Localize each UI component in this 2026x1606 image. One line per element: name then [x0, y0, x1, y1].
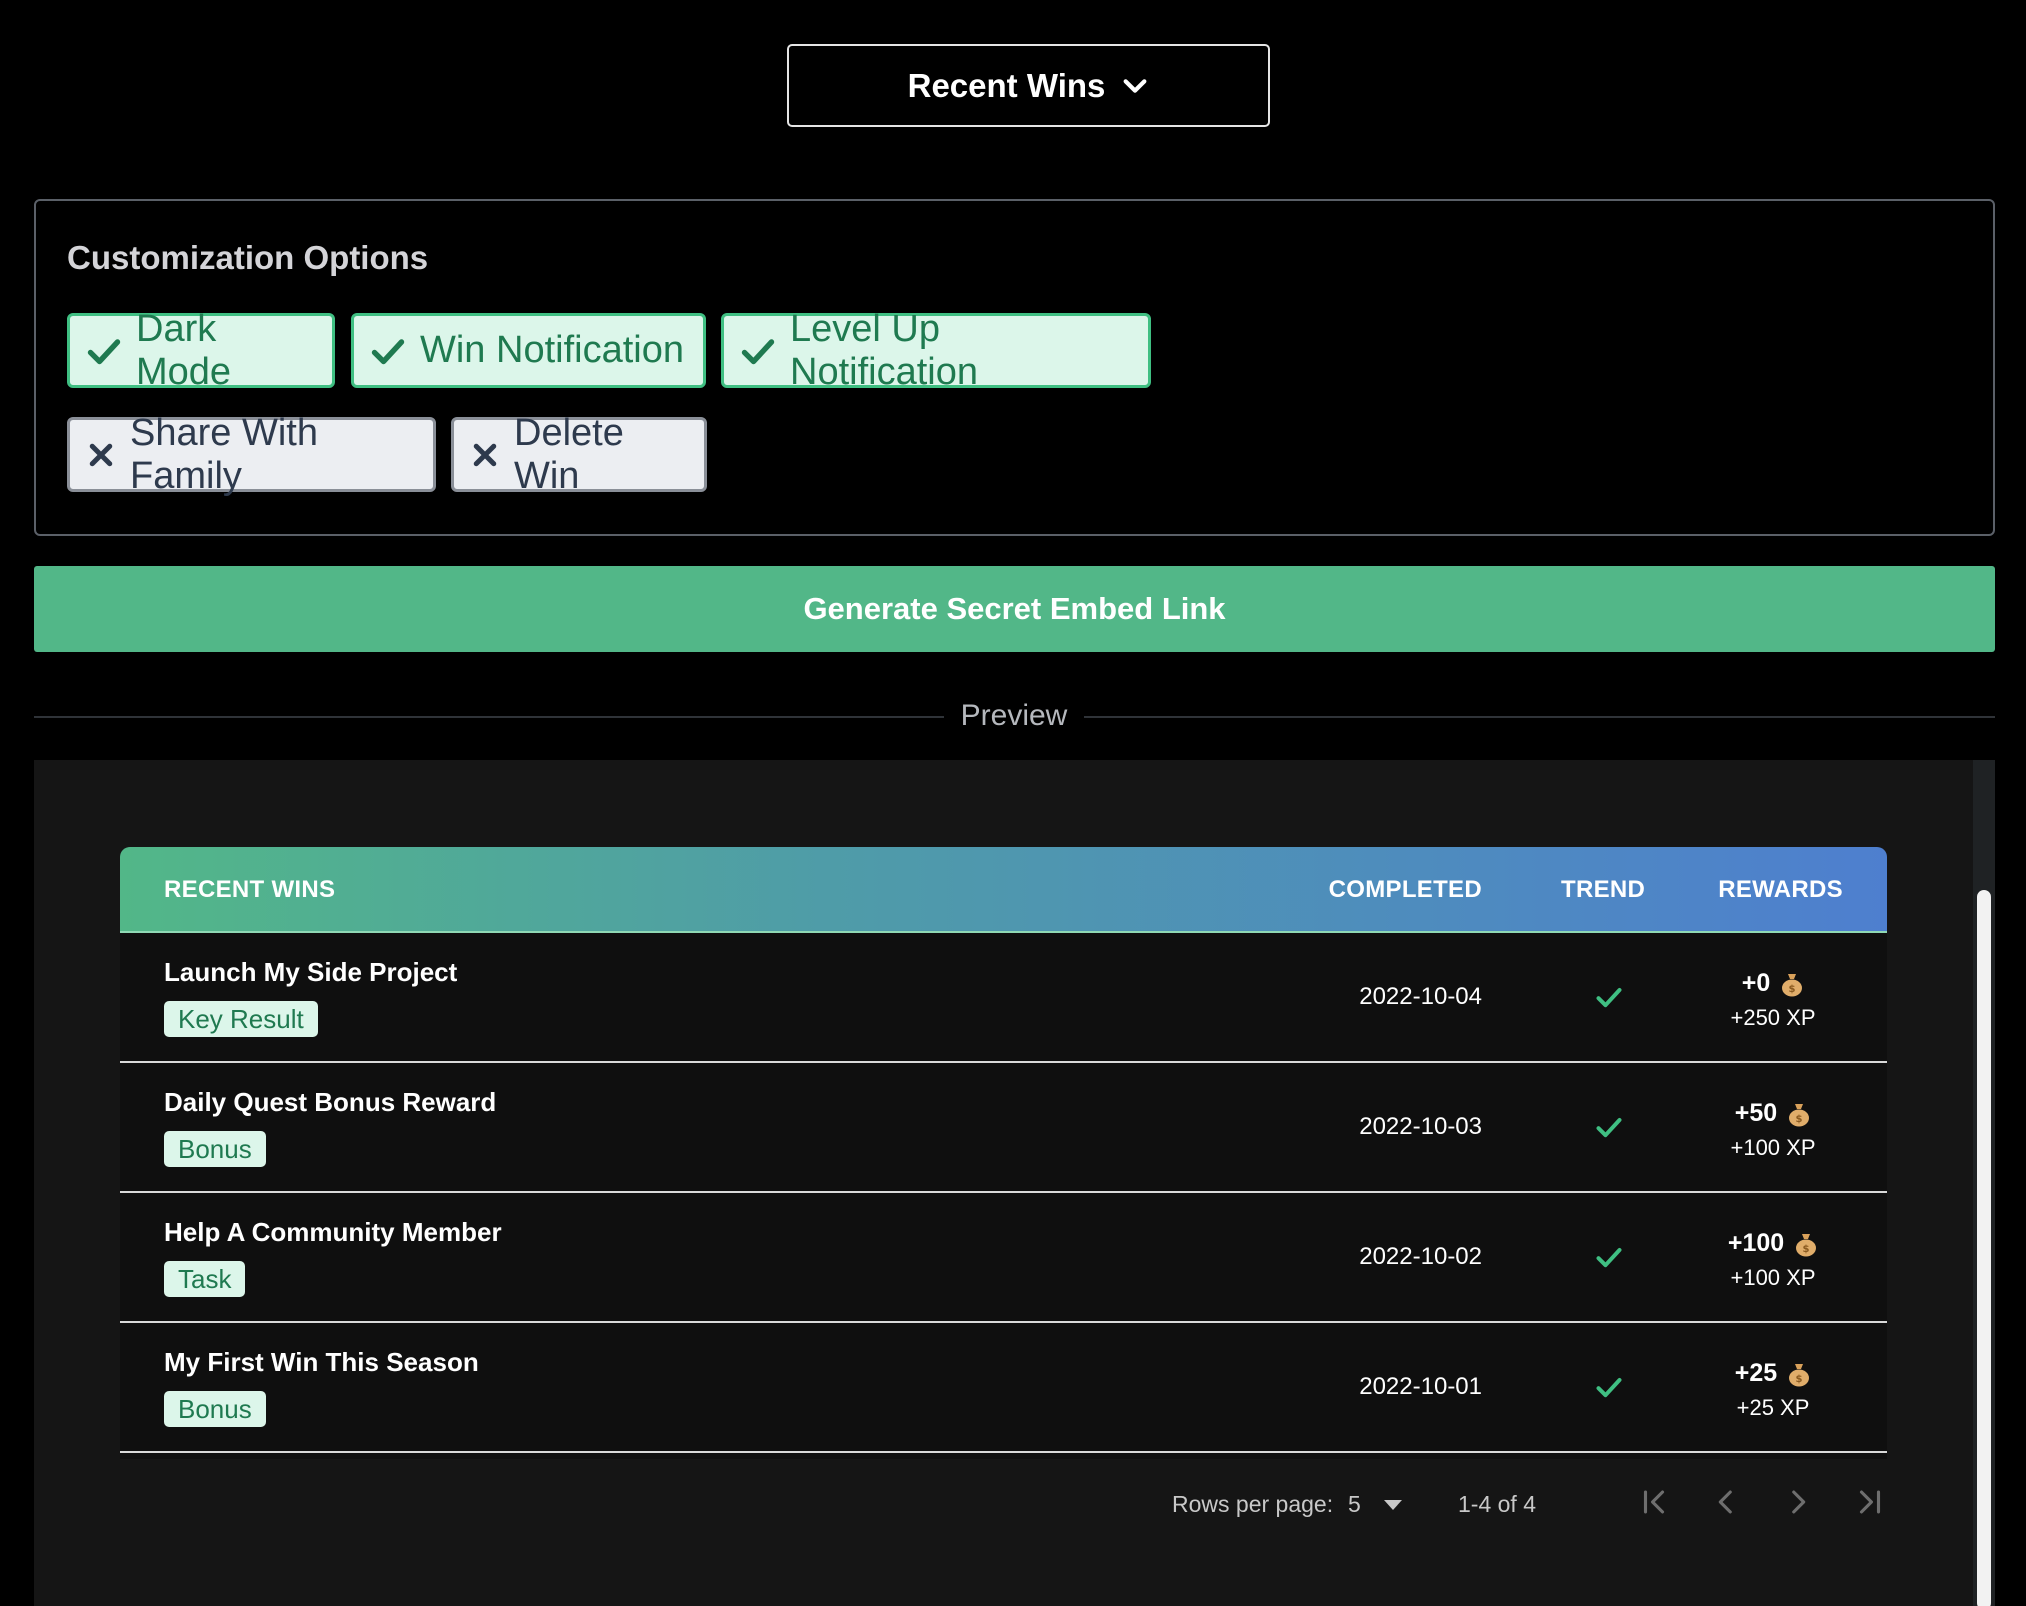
reward-xp: +250 XP — [1730, 1005, 1816, 1030]
table-row[interactable]: Launch My Side Project Key Result 2022-1… — [120, 933, 1887, 1063]
header-rewards: REWARDS — [1718, 876, 1843, 903]
option-label: Delete Win — [514, 411, 624, 497]
recent-wins-dropdown[interactable]: Recent Wins — [787, 44, 1270, 127]
option-label: Share With Family — [130, 411, 318, 497]
customization-panel: Customization Options Dark Mode Win Noti… — [34, 199, 1995, 536]
table-row[interactable]: Daily Quest Bonus Reward Bonus 2022-10-0… — [120, 1063, 1887, 1193]
reward-coins: +0 $ — [1703, 969, 1843, 998]
header-completed: COMPLETED — [1328, 876, 1482, 903]
reward-xp: +100 XP — [1730, 1265, 1816, 1290]
preview-frame: RECENT WINS COMPLETED TREND REWARDS Laun… — [34, 760, 1995, 1606]
check-icon — [1596, 988, 1622, 1008]
option-delete-win[interactable]: Delete Win — [451, 412, 707, 497]
check-icon — [371, 338, 405, 364]
last-page-button[interactable] — [1853, 1485, 1887, 1519]
money-bag-icon: $ — [1789, 1103, 1810, 1126]
option-dark-mode[interactable]: Dark Mode — [67, 308, 335, 393]
generate-embed-link-button[interactable]: Generate Secret Embed Link — [34, 566, 1995, 652]
check-icon — [87, 338, 121, 364]
chevron-left-icon — [1718, 1490, 1732, 1514]
check-icon — [1596, 1118, 1622, 1138]
table-row[interactable]: My First Win This Season Bonus 2022-10-0… — [120, 1323, 1887, 1453]
money-bag-icon: $ — [1796, 1233, 1817, 1256]
chevron-right-icon — [1792, 1490, 1806, 1514]
option-label: Level Up Notification — [790, 307, 978, 393]
coin-amount: +50 — [1734, 1099, 1778, 1127]
money-bag-icon: $ — [1782, 973, 1803, 996]
preview-label: Preview — [960, 699, 1068, 732]
completed-date: 2022-10-01 — [1359, 1373, 1482, 1400]
completed-date: 2022-10-03 — [1359, 1113, 1482, 1140]
table-header: RECENT WINS COMPLETED TREND REWARDS — [120, 847, 1887, 933]
win-tag: Bonus — [164, 1131, 266, 1167]
reward-xp: +25 XP — [1736, 1395, 1810, 1420]
divider-right — [1084, 716, 1995, 718]
embed-settings-page: Recent Wins Customization Options Dark M… — [0, 0, 2026, 1606]
rows-per-page-label: Rows per page: — [1172, 1491, 1334, 1517]
rows-per-page-select[interactable]: 5 — [1348, 1491, 1361, 1518]
header-trend: TREND — [1561, 876, 1646, 903]
previous-page-button[interactable] — [1709, 1485, 1743, 1519]
reward-coins: +25 $ — [1703, 1359, 1843, 1388]
completed-date: 2022-10-02 — [1359, 1243, 1482, 1270]
divider-left — [34, 716, 944, 718]
coin-amount: +25 — [1734, 1359, 1778, 1387]
money-bag-icon: $ — [1789, 1363, 1810, 1386]
svg-text:$: $ — [1789, 984, 1796, 995]
reward-coins: +100 $ — [1703, 1229, 1843, 1258]
check-icon — [1596, 1378, 1622, 1398]
first-page-button[interactable] — [1637, 1485, 1671, 1519]
scrollbar-thumb[interactable] — [1977, 890, 1991, 1606]
option-label: Win Notification — [420, 329, 684, 371]
first-page-icon — [1643, 1490, 1665, 1514]
header-recent-wins: RECENT WINS — [164, 876, 336, 903]
coin-amount: +100 — [1727, 1229, 1785, 1257]
option-share-with-family[interactable]: Share With Family — [67, 412, 436, 497]
recent-wins-table: RECENT WINS COMPLETED TREND REWARDS Laun… — [120, 847, 1887, 1552]
x-icon — [473, 443, 497, 466]
win-tag: Bonus — [164, 1391, 266, 1427]
win-title: Launch My Side Project — [164, 957, 458, 987]
page-range: 1-4 of 4 — [1458, 1491, 1536, 1517]
chevron-down-icon — [1123, 78, 1147, 93]
dropdown-label: Recent Wins — [907, 66, 1106, 104]
completed-date: 2022-10-04 — [1359, 983, 1482, 1010]
preview-scrollbar[interactable] — [1973, 760, 1995, 1606]
next-page-button[interactable] — [1781, 1485, 1815, 1519]
option-win-notification[interactable]: Win Notification — [351, 313, 706, 388]
coin-amount: +0 — [1741, 969, 1771, 997]
x-icon — [89, 443, 113, 466]
check-icon — [741, 338, 775, 364]
table-pagination: Rows per page: 5 1-4 of 4 — [120, 1459, 1887, 1552]
last-page-icon — [1859, 1490, 1881, 1514]
table-row[interactable]: Help A Community Member Task 2022-10-02 … — [120, 1193, 1887, 1323]
win-title: Help A Community Member — [164, 1217, 502, 1247]
reward-xp: +100 XP — [1730, 1135, 1816, 1160]
win-title: My First Win This Season — [164, 1347, 479, 1377]
option-level-up-notification[interactable]: Level Up Notification — [721, 308, 1151, 393]
caret-down-icon[interactable] — [1384, 1500, 1402, 1510]
svg-text:$: $ — [1796, 1374, 1803, 1385]
option-label: Dark Mode — [136, 307, 232, 393]
win-title: Daily Quest Bonus Reward — [164, 1087, 497, 1117]
win-tag: Key Result — [164, 1001, 318, 1037]
reward-coins: +50 $ — [1703, 1099, 1843, 1128]
svg-text:$: $ — [1796, 1114, 1803, 1125]
win-tag: Task — [164, 1261, 246, 1297]
check-icon — [1596, 1248, 1622, 1268]
customization-title: Customization Options — [67, 239, 429, 276]
svg-text:$: $ — [1803, 1244, 1810, 1255]
